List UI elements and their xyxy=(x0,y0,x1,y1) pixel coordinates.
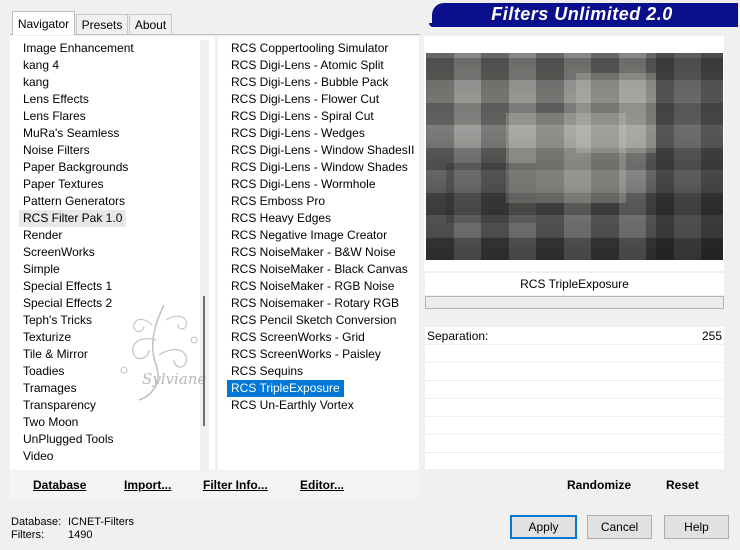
editor-button[interactable]: Editor... xyxy=(300,478,344,492)
banner-title: Filters Unlimited 2.0 xyxy=(491,4,673,24)
filter-item[interactable]: RCS Digi-Lens - Window ShadesII xyxy=(227,142,417,159)
parameter-row-separation[interactable]: Separation: 255 xyxy=(425,327,724,345)
parameter-row-empty xyxy=(425,435,724,453)
category-item[interactable]: Render xyxy=(19,227,201,244)
cancel-button[interactable]: Cancel xyxy=(587,515,652,539)
category-item[interactable]: Two Moon xyxy=(19,414,201,431)
category-item[interactable]: Special Effects 1 xyxy=(19,278,201,295)
filter-item[interactable]: RCS Emboss Pro xyxy=(227,193,417,210)
import-button[interactable]: Import... xyxy=(124,478,171,492)
status-filters-label: Filters: xyxy=(11,529,44,541)
category-item[interactable]: MuRa's Seamless xyxy=(19,125,201,142)
category-item[interactable]: Noise Filters xyxy=(19,142,201,159)
status-filters-value: 1490 xyxy=(68,529,93,541)
filter-item[interactable]: RCS TripleExposure xyxy=(227,380,344,397)
filter-item[interactable]: RCS Digi-Lens - Flower Cut xyxy=(227,91,417,108)
category-item[interactable]: Image Enhancement xyxy=(19,40,201,57)
filter-item[interactable]: RCS Digi-Lens - Bubble Pack xyxy=(227,74,417,91)
filter-item[interactable]: RCS ScreenWorks - Grid xyxy=(227,329,417,346)
progress-bar xyxy=(425,296,724,309)
category-item[interactable]: Lens Effects xyxy=(19,91,201,108)
status-database-label: Database: xyxy=(11,516,62,528)
filter-item[interactable]: RCS Negative Image Creator xyxy=(227,227,417,244)
category-item[interactable]: Paper Backgrounds xyxy=(19,159,201,176)
filter-item[interactable]: RCS Un-Earthly Vortex xyxy=(227,397,417,414)
filter-item[interactable]: RCS Pencil Sketch Conversion xyxy=(227,312,417,329)
filter-info-button[interactable]: Filter Info... xyxy=(203,478,268,492)
filter-item[interactable]: RCS Digi-Lens - Atomic Split xyxy=(227,57,417,74)
category-item[interactable]: RCS Filter Pak 1.0 xyxy=(19,210,127,227)
parameter-row-empty xyxy=(425,453,724,470)
tab-presets[interactable]: Presets xyxy=(76,14,128,34)
category-item[interactable]: Video xyxy=(19,448,201,465)
category-item[interactable]: Pattern Generators xyxy=(19,193,201,210)
category-item[interactable]: kang xyxy=(19,74,201,91)
filter-item[interactable]: RCS Coppertooling Simulator xyxy=(227,40,417,57)
watermark-text: Sylviane xyxy=(142,370,206,388)
parameter-row-empty xyxy=(425,363,724,381)
database-button[interactable]: Database xyxy=(33,478,86,492)
current-filter-name: RCS TripleExposure xyxy=(425,273,724,295)
status-database-value: ICNET-Filters xyxy=(68,516,134,528)
parameter-row-empty xyxy=(425,417,724,435)
filter-item[interactable]: RCS Digi-Lens - Spiral Cut xyxy=(227,108,417,125)
reset-button[interactable]: Reset xyxy=(666,478,699,492)
preview-image[interactable] xyxy=(426,53,723,260)
filter-item[interactable]: RCS Sequins xyxy=(227,363,417,380)
parameter-row-empty xyxy=(425,381,724,399)
filter-item[interactable]: RCS Digi-Lens - Wormhole xyxy=(227,176,417,193)
category-item[interactable]: Paper Textures xyxy=(19,176,201,193)
filter-item[interactable]: RCS Digi-Lens - Window Shades xyxy=(227,159,417,176)
category-item[interactable]: UnPlugged Tools xyxy=(19,431,201,448)
category-item[interactable]: Simple xyxy=(19,261,201,278)
category-item[interactable]: ScreenWorks xyxy=(19,244,201,261)
parameter-value: 255 xyxy=(701,329,722,343)
category-item[interactable]: Lens Flares xyxy=(19,108,201,125)
tab-about[interactable]: About xyxy=(129,14,172,34)
filter-item[interactable]: RCS Digi-Lens - Wedges xyxy=(227,125,417,142)
filter-item[interactable]: RCS NoiseMaker - Black Canvas xyxy=(227,261,417,278)
filter-item[interactable]: RCS NoiseMaker - B&W Noise xyxy=(227,244,417,261)
help-button[interactable]: Help xyxy=(664,515,729,539)
parameter-label: Separation: xyxy=(427,329,489,343)
parameter-row-empty xyxy=(425,399,724,417)
filter-item[interactable]: RCS NoiseMaker - RGB Noise xyxy=(227,278,417,295)
filter-item[interactable]: RCS Heavy Edges xyxy=(227,210,417,227)
tab-navigator[interactable]: Navigator xyxy=(12,11,75,35)
watermark-ornament-icon: Sylviane xyxy=(120,304,206,401)
parameter-row-empty xyxy=(425,345,724,363)
filter-item[interactable]: RCS ScreenWorks - Paisley xyxy=(227,346,417,363)
apply-button[interactable]: Apply xyxy=(510,515,577,539)
randomize-button[interactable]: Randomize xyxy=(567,478,631,492)
filter-item[interactable]: RCS Noisemaker - Rotary RGB xyxy=(227,295,417,312)
category-item[interactable]: kang 4 xyxy=(19,57,201,74)
filter-list[interactable]: RCS Coppertooling Simulator RCS Digi-Lens… xyxy=(227,40,417,465)
